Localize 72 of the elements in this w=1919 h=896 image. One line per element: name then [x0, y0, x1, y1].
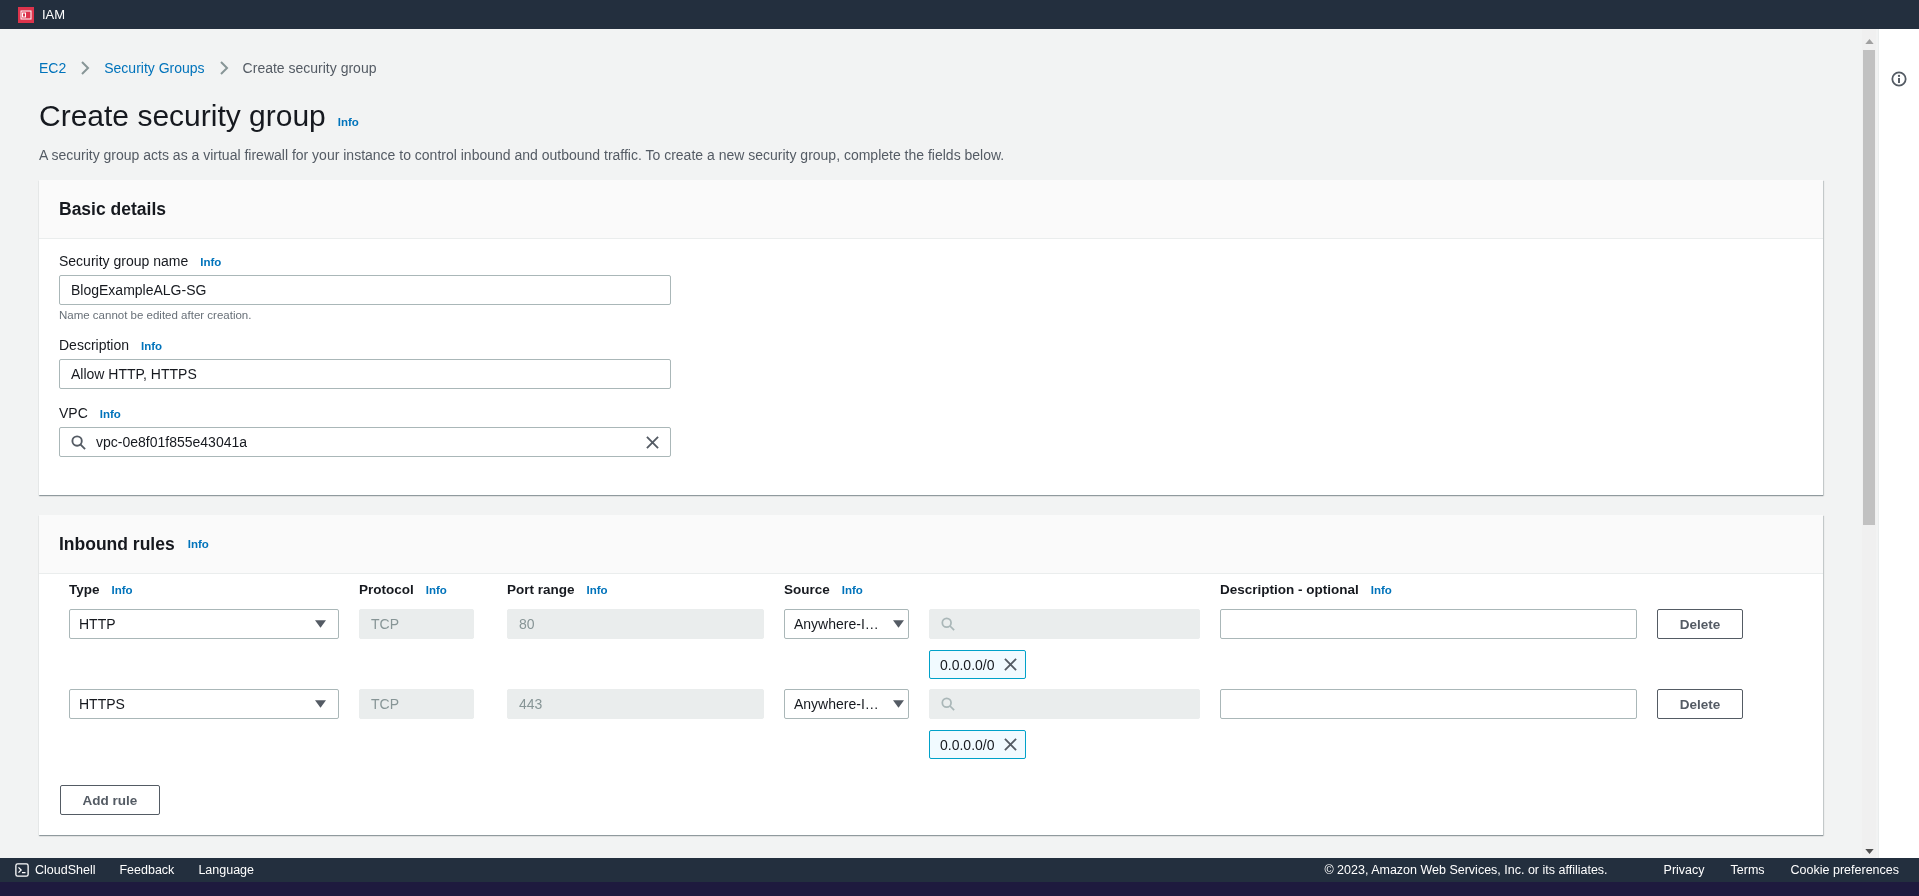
field-label: VPC [59, 405, 88, 421]
scroll-down-icon[interactable] [1864, 849, 1874, 854]
copyright-text: © 2023, Amazon Web Services, Inc. or its affiliates. [1324, 863, 1608, 877]
source-search-field[interactable] [929, 689, 1200, 719]
port-range-field: 443 [507, 689, 764, 719]
panel-title: Basic details [59, 198, 166, 220]
service-label[interactable]: IAM [42, 7, 66, 22]
column-header: Type [69, 582, 100, 597]
description-field[interactable] [1220, 689, 1637, 719]
breadcrumb-link[interactable]: EC2 [39, 60, 67, 76]
search-icon [941, 697, 955, 711]
chevron-right-icon [80, 60, 91, 76]
close-icon[interactable] [1003, 658, 1017, 671]
footer-link[interactable]: Terms [1730, 863, 1765, 877]
info-link[interactable]: Info [337, 116, 359, 128]
scrollbar-thumb[interactable] [1863, 50, 1875, 525]
footer-link[interactable]: CloudShell [35, 863, 96, 877]
info-link[interactable]: Info [200, 256, 222, 268]
close-icon[interactable] [1003, 738, 1017, 751]
protocol-field: TCP [359, 609, 474, 639]
breadcrumb-link[interactable]: Security Groups [104, 60, 205, 76]
protocol-field: TCP [359, 689, 474, 719]
service-icon[interactable] [18, 6, 34, 23]
chevron-right-icon [218, 60, 229, 76]
footer-link[interactable]: Cookie preferences [1790, 863, 1899, 877]
panel-title: Inbound rules [59, 533, 175, 555]
footer-link[interactable]: Privacy [1663, 863, 1705, 877]
info-link[interactable]: Info [141, 340, 163, 352]
page-description: A security group acts as a virtual firewall for your instance to control inbound and outbound traffic. To create a new security group, complete the fields below. [39, 147, 1006, 163]
delete-button[interactable]: Delete [1657, 609, 1743, 639]
breadcrumb-current: Create security group [242, 60, 377, 76]
add-rule-button[interactable]: Add rule [60, 785, 160, 815]
search-icon [71, 434, 86, 450]
info-link[interactable]: Info [1370, 584, 1392, 596]
search-icon [941, 617, 955, 631]
port-range-field: 80 [507, 609, 764, 639]
caret-icon [893, 620, 904, 628]
page-title: Create security group [39, 99, 326, 133]
search-field[interactable]: vpc-0e8f01f855e43041a [59, 427, 671, 457]
field-label: Security group name [59, 253, 189, 269]
text-field[interactable]: Allow HTTP, HTTPS [59, 359, 671, 389]
field-value: vpc-0e8f01f855e43041a [96, 434, 249, 450]
column-header: Source [784, 582, 830, 597]
info-link[interactable]: Info [841, 584, 863, 596]
clear-icon[interactable] [646, 435, 659, 449]
column-header: Description - optional [1220, 582, 1359, 597]
caret-icon [893, 700, 904, 708]
column-header: Port range [507, 582, 575, 597]
caret-icon [315, 700, 326, 708]
caret-icon [315, 620, 326, 628]
description-field[interactable] [1220, 609, 1637, 639]
source-dropdown[interactable]: Anywhere-I… [784, 609, 909, 639]
token-label: 0.0.0.0/0 [940, 656, 995, 673]
info-icon[interactable] [1891, 71, 1907, 87]
terminal-icon[interactable] [15, 863, 29, 877]
text-field[interactable]: BlogExampleALG-SG [59, 275, 671, 305]
type-dropdown[interactable]: HTTPS [69, 689, 339, 719]
footer-link[interactable]: Feedback [119, 863, 175, 877]
type-dropdown[interactable]: HTTP [69, 609, 339, 639]
source-dropdown[interactable]: Anywhere-I… [784, 689, 909, 719]
field-hint: Name cannot be edited after creation. [59, 309, 253, 321]
info-link[interactable]: Info [111, 584, 133, 596]
token-label: 0.0.0.0/0 [940, 736, 995, 753]
info-link[interactable]: Info [425, 584, 447, 596]
column-header: Protocol [359, 582, 414, 597]
info-link[interactable]: Info [99, 408, 121, 420]
delete-button[interactable]: Delete [1657, 689, 1743, 719]
field-label: Description [59, 337, 130, 353]
info-link[interactable]: Info [586, 584, 608, 596]
footer-link[interactable]: Language [198, 863, 254, 877]
source-search-field[interactable] [929, 609, 1200, 639]
info-link[interactable]: Info [187, 538, 209, 550]
